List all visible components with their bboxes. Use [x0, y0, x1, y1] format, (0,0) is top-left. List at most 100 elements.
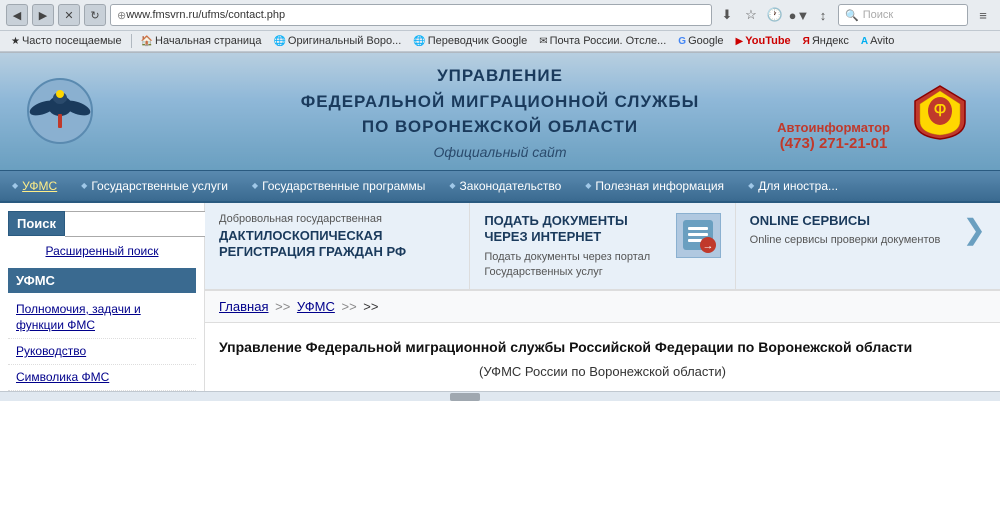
eagle-svg: [25, 76, 95, 146]
bookmark-yandex[interactable]: Я Яндекс: [798, 33, 854, 49]
nav-item-services[interactable]: ◆ Государственные услуги: [69, 171, 240, 201]
breadcrumb-home[interactable]: Главная: [219, 299, 268, 314]
content-area: Добровольная государственная ДАКТИЛОСКОП…: [205, 203, 1000, 402]
bookmark-home[interactable]: 🏠 Начальная страница: [136, 33, 267, 49]
stop-button[interactable]: ✕: [58, 4, 80, 26]
horizontal-scrollbar[interactable]: [0, 391, 1000, 401]
card3-title: ONLINE СЕРВИСЫ: [750, 213, 955, 230]
nav-diamond-icon-6: ◆: [748, 181, 754, 190]
menu-icon[interactable]: ≡: [972, 4, 994, 26]
yandex-icon: Я: [803, 36, 810, 47]
coat-svg: Ⴔ: [910, 81, 970, 141]
site-header: УПРАВЛЕНИЕ ФЕДЕРАЛЬНОЙ МИГРАЦИОННОЙ СЛУЖ…: [0, 53, 1000, 170]
back-button[interactable]: ◀: [6, 4, 28, 26]
header-title-line1: УПРАВЛЕНИЕ: [100, 63, 900, 89]
card-submit-docs[interactable]: ПОДАТЬ ДОКУМЕНТЫ ЧЕРЕЗ ИНТЕРНЕТ Подать д…: [470, 203, 735, 289]
nav-label-foreign: Для иностра...: [758, 179, 838, 193]
avito-icon: A: [861, 36, 868, 47]
nav-item-programs[interactable]: ◆ Государственные программы: [240, 171, 437, 201]
nav-label-legislation: Законодательство: [460, 179, 562, 193]
nav-item-legislation[interactable]: ◆ Законодательство: [437, 171, 573, 201]
search-box: Поиск 🔍: [8, 211, 196, 237]
nav-diamond-icon-3: ◆: [252, 181, 258, 190]
scroll-thumb[interactable]: [450, 393, 480, 401]
bookmark-google[interactable]: G Google: [673, 33, 728, 49]
nav-diamond-icon: ◆: [12, 181, 18, 190]
cards-row: Добровольная государственная ДАКТИЛОСКОП…: [205, 203, 1000, 291]
nav-item-foreign[interactable]: ◆ Для иностра...: [736, 171, 850, 201]
nav-item-ufms[interactable]: ◆ УФМС: [0, 171, 69, 201]
main-text: Управление Федеральной миграционной служ…: [205, 323, 1000, 393]
bookmark-home-label: Начальная страница: [155, 35, 261, 47]
header-title-line2: ФЕДЕРАЛЬНОЙ МИГРАЦИОННОЙ СЛУЖБЫ: [100, 89, 900, 115]
bookmark-avito[interactable]: A Avito: [856, 33, 900, 49]
nav-bar: ◆ УФМС ◆ Государственные услуги ◆ Госуда…: [0, 170, 1000, 203]
nav-item-info[interactable]: ◆ Полезная информация: [573, 171, 736, 201]
search-field[interactable]: 🔍 Поиск: [838, 4, 968, 26]
mail-icon: ✉: [539, 36, 547, 47]
bookmark-youtube[interactable]: ▶ YouTube: [731, 33, 796, 49]
sidebar-link-authority[interactable]: Полномочия, задачи и функции ФМС: [8, 297, 196, 340]
nav-diamond-icon-5: ◆: [585, 181, 591, 190]
toolbar-right: ⬇ ☆ 🕐 ●▼ ↕: [716, 4, 834, 26]
card1-title: ДАКТИЛОСКОПИЧЕСКАЯ РЕГИСТРАЦИЯ ГРАЖДАН Р…: [219, 228, 455, 262]
logo-right: Ⴔ: [900, 71, 980, 151]
sidebar-link-symbols[interactable]: Символика ФМС: [8, 365, 196, 391]
card2-icon-img: →: [676, 213, 721, 258]
card3-desc: Online сервисы проверки документов: [750, 233, 955, 247]
star-icon: ★: [11, 36, 20, 47]
bookmark-translate[interactable]: 🌐 Переводчик Google: [408, 33, 532, 49]
sidebar-section-title: УФМС: [8, 268, 196, 293]
breadcrumb-current: >>: [363, 299, 378, 314]
nav-diamond-icon-2: ◆: [81, 181, 87, 190]
bookmark-pochta[interactable]: ✉ Почта России. Отсле...: [534, 33, 671, 49]
card2-desc: Подать документы через портал Государств…: [484, 250, 667, 279]
bookmark-pochta-label: Почта России. Отсле...: [550, 35, 667, 47]
advanced-search-link[interactable]: Расширенный поиск: [46, 244, 159, 258]
logo-left: [20, 71, 100, 151]
download-icon[interactable]: ⬇: [716, 4, 738, 26]
bookmark-original[interactable]: 🌐 Оригинальный Воро...: [268, 33, 406, 49]
sidebar-link-leadership[interactable]: Руководство: [8, 339, 196, 365]
nav-diamond-icon-4: ◆: [449, 181, 455, 190]
main-heading: Управление Федеральной миграционной служ…: [219, 337, 986, 358]
browser-chrome: ◀ ▶ ✕ ↻ ⊕ www.fmsvrn.ru/ufms/contact.php…: [0, 0, 1000, 53]
page-wrapper: УПРАВЛЕНИЕ ФЕДЕРАЛЬНОЙ МИГРАЦИОННОЙ СЛУЖ…: [0, 53, 1000, 401]
bookmark-original-label: Оригинальный Воро...: [288, 35, 401, 47]
bookmarks-bar: ★ Часто посещаемые 🏠 Начальная страница …: [0, 31, 1000, 52]
card-online-services[interactable]: ONLINE СЕРВИСЫ Online сервисы проверки д…: [736, 203, 1000, 289]
header-phone: Автоинформатор (473) 271-21-01: [777, 120, 890, 152]
card-dactyloscopy[interactable]: Добровольная государственная ДАКТИЛОСКОП…: [205, 203, 470, 289]
forward-button[interactable]: ▶: [32, 4, 54, 26]
breadcrumb-section[interactable]: УФМС: [297, 299, 335, 314]
home-icon: 🏠: [141, 36, 153, 47]
card2-icon: →: [676, 213, 721, 258]
bookmark-translate-label: Переводчик Google: [428, 35, 528, 47]
google-icon: G: [678, 36, 686, 47]
bookmark-often[interactable]: ★ Часто посещаемые: [6, 33, 127, 49]
translate-icon: 🌐: [413, 36, 425, 47]
tools-icon[interactable]: ●▼: [788, 4, 810, 26]
breadcrumb-sep1: >>: [275, 299, 290, 314]
history-icon[interactable]: 🕐: [764, 4, 786, 26]
card1-subtitle: Добровольная государственная: [219, 213, 455, 225]
sync-icon[interactable]: ↕: [812, 4, 834, 26]
sidebar: Поиск 🔍 Расширенный поиск УФМС Полномочи…: [0, 203, 205, 402]
svg-text:Ⴔ: Ⴔ: [934, 103, 946, 119]
bookmark-separator: [131, 34, 132, 48]
refresh-button[interactable]: ↻: [84, 4, 106, 26]
bookmark-avito-label: Avito: [870, 35, 894, 47]
url-text: www.fmsvrn.ru/ufms/contact.php: [126, 9, 285, 21]
bookmark-icon[interactable]: ☆: [740, 4, 762, 26]
nav-label-ufms: УФМС: [22, 179, 57, 193]
phone-number: (473) 271-21-01: [777, 135, 890, 152]
nav-label-services: Государственные услуги: [91, 179, 228, 193]
nav-label-info: Полезная информация: [595, 179, 724, 193]
url-field[interactable]: ⊕ www.fmsvrn.ru/ufms/contact.php: [110, 4, 712, 26]
youtube-icon: ▶: [736, 36, 744, 47]
address-bar: ◀ ▶ ✕ ↻ ⊕ www.fmsvrn.ru/ufms/contact.php…: [0, 0, 1000, 31]
svg-text:→: →: [703, 240, 714, 252]
search-placeholder: Поиск: [863, 9, 893, 21]
card2-title: ПОДАТЬ ДОКУМЕНТЫ ЧЕРЕЗ ИНТЕРНЕТ: [484, 213, 667, 247]
nav-label-programs: Государственные программы: [262, 179, 425, 193]
